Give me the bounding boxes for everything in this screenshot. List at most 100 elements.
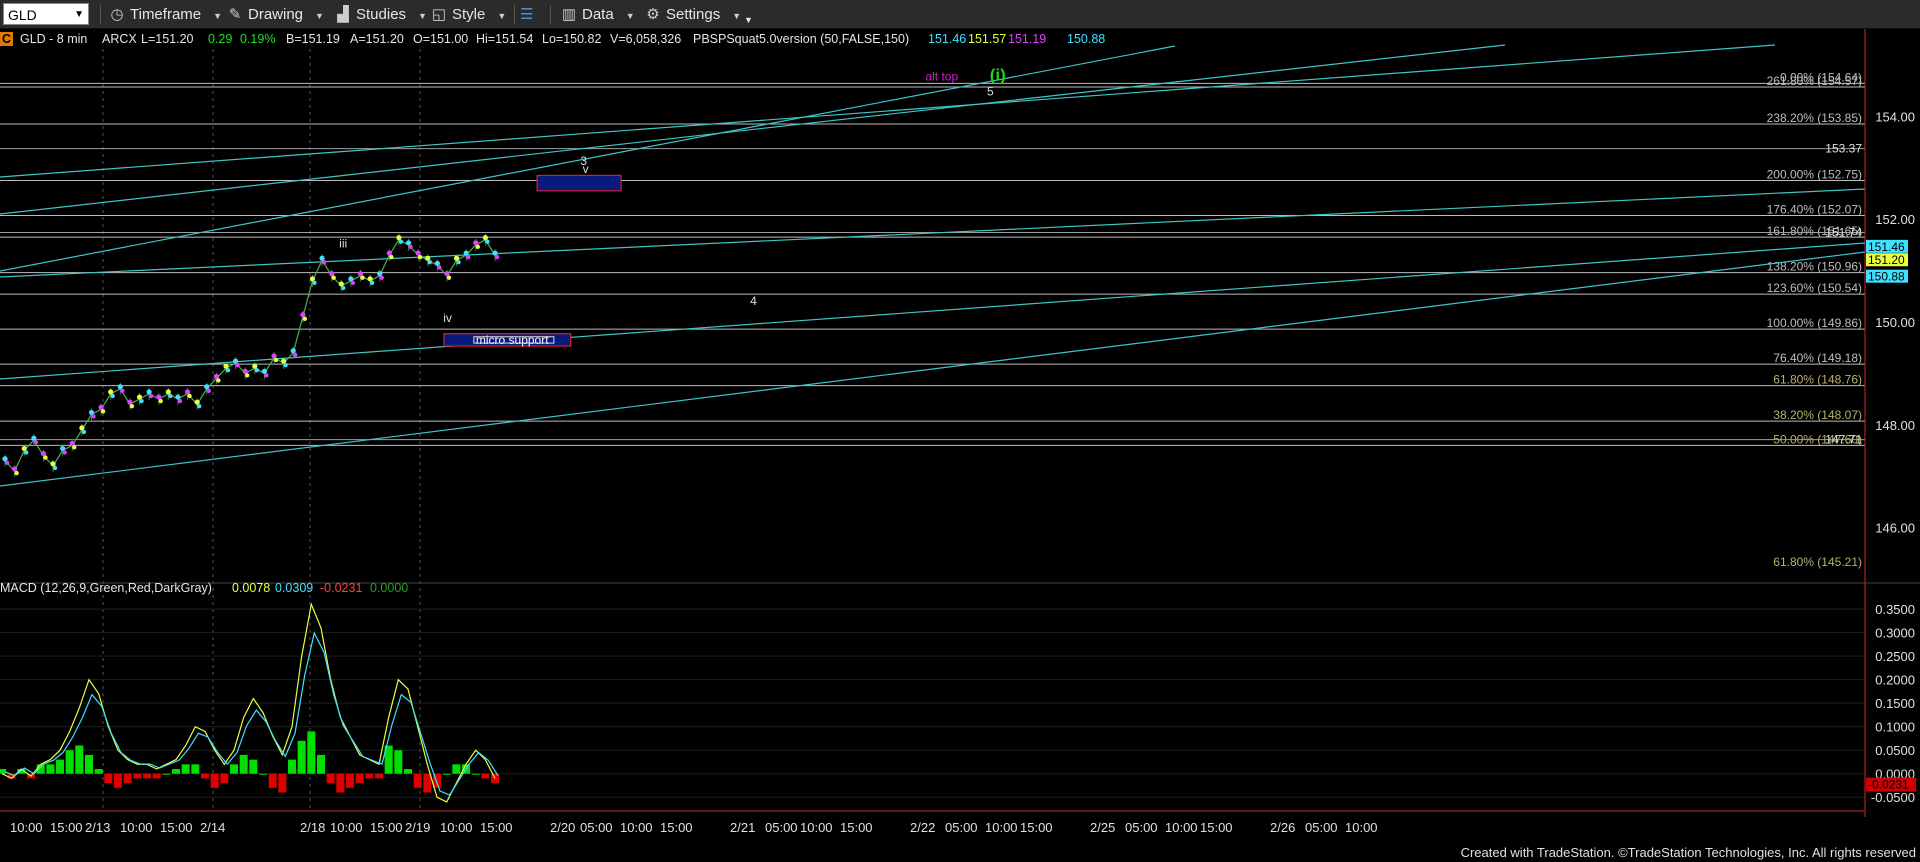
settings-button[interactable]: ⚙ Settings ▼	[644, 4, 741, 25]
price-tick-label: 154.00	[1875, 109, 1915, 124]
macd-histogram-bar	[172, 769, 180, 774]
style-button[interactable]: ◱ Style ▼	[430, 4, 506, 25]
macd-histogram-bar	[326, 773, 335, 784]
drawing-label: Drawing	[248, 6, 304, 23]
price-dot	[456, 260, 461, 265]
timeframe-button[interactable]: ◷ Timeframe ▼	[108, 4, 222, 25]
layout-icon[interactable]: ☰	[520, 4, 533, 25]
fib-label: 61.80% (148.76)	[1773, 373, 1862, 387]
macd-histogram-bar	[123, 773, 132, 784]
zone-box	[536, 174, 622, 192]
price-tick-label: 150.00	[1875, 315, 1915, 330]
macd-histogram-bar	[471, 773, 480, 775]
price-dot	[494, 254, 500, 260]
macd-histogram-bar	[394, 750, 403, 774]
price-dot	[196, 403, 202, 409]
macd-histogram-bar	[56, 759, 64, 774]
macd-histogram-bar	[152, 773, 161, 779]
study-value-3: 151.19	[1008, 32, 1046, 46]
data-icon: ▥	[561, 6, 577, 23]
macd-histogram-bar	[259, 773, 267, 775]
macd-histogram-bar	[297, 740, 306, 774]
studies-button[interactable]: ▟ Studies ▼	[334, 4, 427, 25]
macd-tick-label: 0.3000	[1875, 626, 1915, 641]
time-tick-label: 15:00	[480, 820, 513, 835]
price-dot	[177, 398, 183, 404]
fib-label: 200.00% (152.75)	[1767, 168, 1862, 182]
chart-toolbar: GLD ▼ ◷ Timeframe ▼ ✎ Drawing ▼ ▟ Studies ▼ ◱ St…	[0, 0, 1920, 29]
price-marker-label: 150.88	[1868, 270, 1905, 284]
price-dot	[244, 373, 250, 378]
overflow-caret-icon[interactable]: ▼	[744, 10, 753, 31]
price-dot	[389, 254, 394, 260]
price-dot	[110, 393, 115, 399]
price-dot	[235, 362, 240, 368]
price-dot	[81, 429, 87, 435]
macd-histogram-bar	[36, 764, 45, 774]
price-dot	[225, 367, 231, 373]
settings-label: Settings	[666, 6, 721, 23]
price-chart[interactable]: 0.00% (154.64)261.80% (154.57)238.20% (1…	[0, 29, 1920, 862]
symbol-selector[interactable]: GLD ▼	[3, 3, 89, 25]
price-tick-label: 146.00	[1875, 521, 1915, 536]
fib-label: 261.80% (154.57)	[1767, 74, 1862, 88]
price-dot	[148, 393, 154, 399]
time-tick-label: 05:00	[765, 820, 798, 835]
chart-marker: C	[2, 32, 11, 46]
caret-down-icon: ▼	[418, 11, 427, 21]
macd-histogram-bar	[230, 764, 238, 774]
clock-icon: ◷	[110, 6, 124, 23]
time-tick-label: 2/13	[85, 820, 110, 835]
data-button[interactable]: ▥ Data ▼	[560, 4, 635, 25]
macd-tick-label: 0.2500	[1875, 649, 1915, 664]
time-tick-label: 05:00	[580, 820, 613, 835]
wave-label: iv	[443, 311, 452, 325]
data-label: Data	[582, 6, 614, 23]
macd-histogram-bar	[307, 731, 316, 774]
macd-legend-value-1: 0.0078	[232, 581, 270, 595]
header-exchange: ARCX	[102, 32, 137, 46]
time-tick-label: 2/14	[200, 820, 225, 835]
macd-histogram-bar	[210, 773, 219, 788]
price-dot	[72, 445, 77, 450]
price-marker-label: 151.74	[1825, 225, 1862, 239]
price-dot	[254, 367, 260, 373]
price-dot	[120, 388, 125, 393]
macd-histogram-bar	[481, 773, 490, 779]
price-dot	[187, 393, 192, 399]
macd-histogram-bar	[336, 773, 345, 793]
time-tick-label: 15:00	[370, 820, 403, 835]
macd-legend-value-2: 0.0309	[275, 581, 313, 595]
header-symbol: GLD - 8 min	[20, 32, 87, 46]
macd-histogram-bar	[375, 773, 383, 779]
drawing-button[interactable]: ✎ Drawing ▼	[226, 4, 324, 25]
header-change: 0.29	[208, 32, 232, 46]
macd-histogram-bar	[355, 773, 364, 784]
wave-label: iii	[339, 236, 347, 250]
symbol-value: GLD	[8, 7, 37, 23]
time-tick-label: 2/21	[730, 820, 755, 835]
wave-label: alt top	[925, 69, 958, 83]
price-dot	[302, 316, 308, 321]
time-tick-label: 15:00	[660, 820, 693, 835]
price-dot	[91, 414, 96, 419]
time-tick-label: 2/22	[910, 820, 935, 835]
price-dot	[341, 285, 346, 291]
fib-label: 100.00% (149.86)	[1767, 316, 1862, 330]
price-dot	[331, 275, 336, 280]
macd-histogram-bar	[278, 773, 287, 793]
macd-histogram-bar	[162, 773, 171, 775]
price-dot	[350, 280, 356, 285]
fib-label: 61.80% (145.21)	[1773, 555, 1862, 569]
fib-label: 238.20% (153.85)	[1767, 111, 1862, 125]
price-dot	[465, 254, 471, 260]
price-dot	[293, 352, 298, 357]
price-dot	[24, 450, 29, 455]
header-lo: Lo=150.82	[542, 32, 601, 46]
price-dot	[216, 378, 221, 383]
price-dot	[283, 362, 288, 368]
macd-histogram-bar	[442, 773, 451, 775]
macd-last-label: -0.0231	[1868, 778, 1909, 792]
price-dot	[62, 450, 67, 455]
macd-histogram-bar	[268, 773, 277, 788]
